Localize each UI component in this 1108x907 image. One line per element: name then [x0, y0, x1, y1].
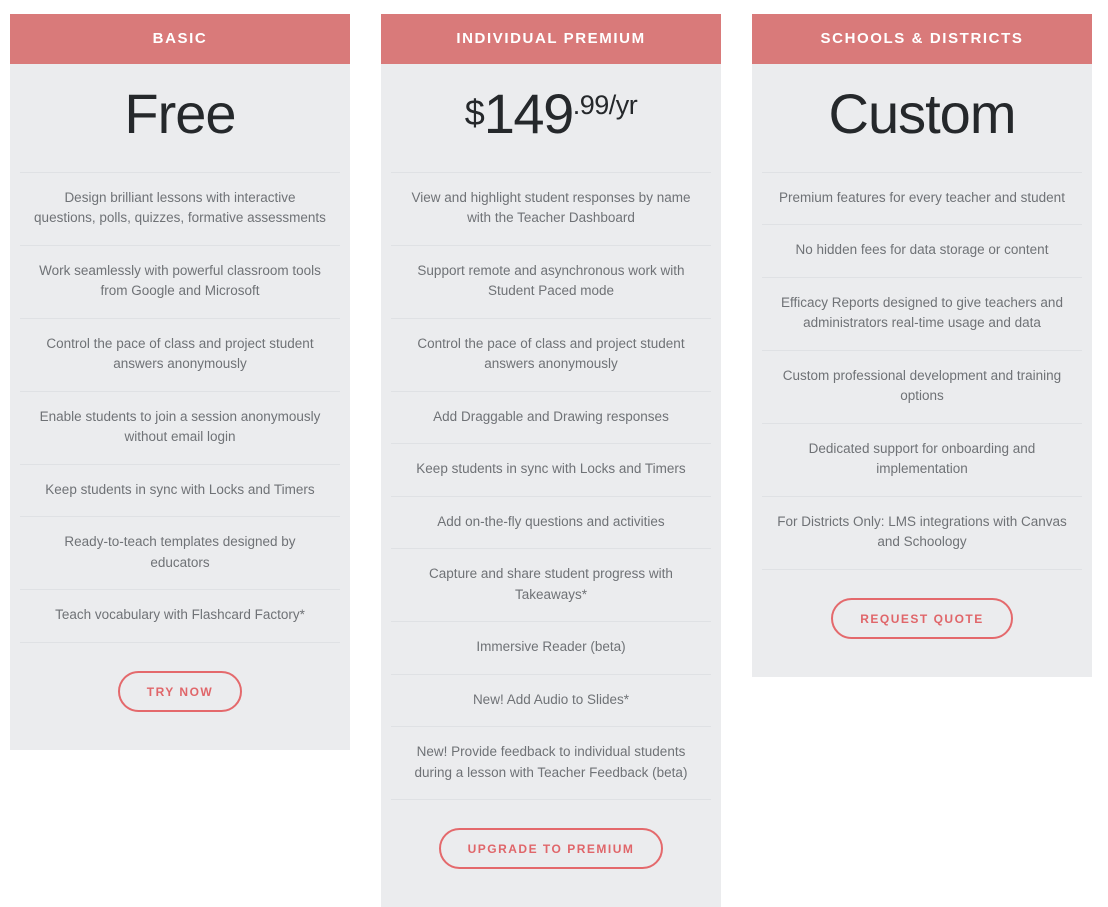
- price-line: $ 149 .99/yr: [464, 81, 638, 145]
- try-now-button[interactable]: TRY NOW: [117, 670, 243, 712]
- feature-item: Immersive Reader (beta): [391, 621, 711, 674]
- plan-card-individual-premium: INDIVIDUAL PREMIUM $ 149 .99/yr View and…: [381, 14, 721, 907]
- price-amount: 149: [483, 81, 574, 145]
- feature-list-schools-districts: Premium features for every teacher and s…: [752, 171, 1092, 569]
- feature-item: Ready-to-teach templates designed by edu…: [20, 516, 340, 589]
- feature-item: Enable students to join a session anonym…: [20, 390, 340, 464]
- price-suffix: .99/yr: [572, 89, 638, 120]
- feature-item: New! Add Audio to Slides*: [391, 673, 711, 727]
- feature-item: For Districts Only: LMS integrations wit…: [762, 495, 1082, 569]
- pricing-plans-grid: BASIC Free Design brilliant lessons with…: [0, 0, 1108, 907]
- feature-item: No hidden fees for data storage or conte…: [762, 224, 1082, 277]
- feature-item: Efficacy Reports designed to give teache…: [762, 276, 1082, 350]
- request-quote-button[interactable]: REQUEST QUOTE: [831, 597, 1013, 639]
- feature-item: View and highlight student responses by …: [391, 171, 711, 245]
- cta-row-schools-districts: REQUEST QUOTE: [762, 568, 1082, 677]
- plan-header-schools-districts: SCHOOLS & DISTRICTS: [752, 14, 1092, 64]
- feature-list-individual-premium: View and highlight student responses by …: [381, 171, 721, 800]
- feature-item: Add Draggable and Drawing responses: [391, 390, 711, 444]
- feature-item: Teach vocabulary with Flashcard Factory*: [20, 589, 340, 642]
- price-line: Free: [124, 81, 236, 145]
- plan-header-individual-premium: INDIVIDUAL PREMIUM: [381, 14, 721, 64]
- feature-item: Control the pace of class and project st…: [20, 317, 340, 391]
- price-word: Free: [124, 81, 236, 145]
- feature-item: Premium features for every teacher and s…: [762, 171, 1082, 225]
- feature-item: Support remote and asynchronous work wit…: [391, 244, 711, 318]
- plan-price-basic: Free: [10, 64, 350, 172]
- feature-item: Capture and share student progress with …: [391, 548, 711, 621]
- feature-item: Dedicated support for onboarding and imp…: [762, 422, 1082, 496]
- feature-item: Control the pace of class and project st…: [391, 317, 711, 391]
- feature-item: Design brilliant lessons with interactiv…: [20, 171, 340, 245]
- upgrade-to-premium-button[interactable]: UPGRADE TO PREMIUM: [438, 828, 664, 870]
- plan-price-schools-districts: Custom: [752, 64, 1092, 172]
- price-word: Custom: [828, 81, 1017, 145]
- feature-item: Custom professional development and trai…: [762, 349, 1082, 423]
- cta-row-basic: TRY NOW: [20, 641, 340, 750]
- feature-item: Add on-the-fly questions and activities: [391, 495, 711, 549]
- price-line: Custom: [828, 81, 1017, 145]
- cta-row-individual-premium: UPGRADE TO PREMIUM: [391, 799, 711, 907]
- feature-item: Keep students in sync with Locks and Tim…: [20, 463, 340, 517]
- feature-item: Keep students in sync with Locks and Tim…: [391, 443, 711, 496]
- feature-item: Work seamlessly with powerful classroom …: [20, 244, 340, 318]
- plan-header-basic: BASIC: [10, 14, 350, 64]
- plan-card-schools-districts: SCHOOLS & DISTRICTS Custom Premium featu…: [752, 14, 1092, 677]
- feature-item: New! Provide feedback to individual stud…: [391, 726, 711, 799]
- plan-price-individual-premium: $ 149 .99/yr: [381, 64, 721, 172]
- plan-card-basic: BASIC Free Design brilliant lessons with…: [10, 14, 350, 750]
- feature-list-basic: Design brilliant lessons with interactiv…: [10, 171, 350, 642]
- price-currency-symbol: $: [464, 91, 485, 133]
